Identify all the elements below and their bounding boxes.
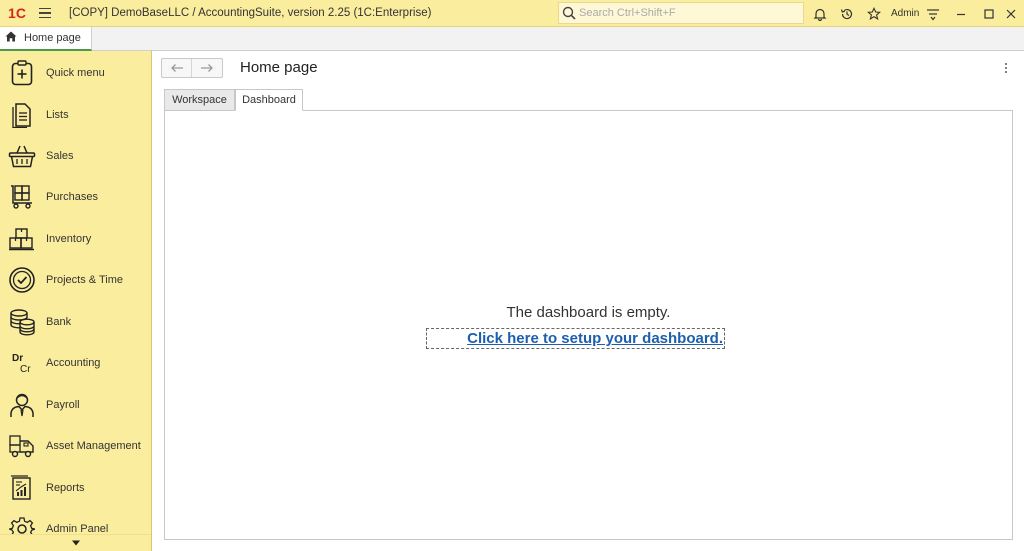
page-title: Home page (240, 59, 318, 76)
quick-menu-icon (0, 52, 44, 93)
sidebar-item-bank[interactable]: Bank (0, 301, 151, 342)
sidebar-item-label: Bank (46, 315, 72, 328)
sidebar-item-label: Accounting (46, 356, 101, 369)
svg-text:Cr: Cr (20, 364, 31, 375)
sidebar-item-projects-time[interactable]: Projects & Time (0, 259, 151, 300)
tab-home-page[interactable]: Home page (0, 27, 92, 51)
sidebar-item-label: Inventory (46, 232, 92, 245)
more-actions-icon[interactable] (1000, 60, 1012, 76)
sidebar-item-quick-menu[interactable]: Quick menu (0, 52, 151, 93)
sidebar-item-label: Projects & Time (46, 273, 124, 286)
tab-workspace[interactable]: Workspace (164, 89, 235, 110)
svg-text:Dr: Dr (12, 353, 23, 364)
boxes-icon (0, 218, 44, 259)
chevron-down-icon (71, 540, 80, 546)
coins-icon (0, 301, 44, 342)
history-icon[interactable] (834, 0, 860, 27)
tab-home-label: Home page (24, 32, 81, 44)
sidebar-item-label: Lists (46, 108, 69, 121)
close-icon[interactable] (998, 0, 1024, 27)
projects-clock-icon (0, 259, 44, 300)
open-windows-bar: Home page (0, 27, 1024, 51)
sidebar-item-accounting[interactable]: Dr Cr Accounting (0, 342, 151, 383)
sidebar-item-lists[interactable]: Lists (0, 94, 151, 135)
sidebar-item-label: Asset Management (46, 439, 141, 452)
sidebar-item-asset-management[interactable]: Asset Management (0, 425, 151, 466)
user-name[interactable]: Admin (891, 8, 919, 19)
title-bar: 1С [COPY] DemoBaseLLC / AccountingSuite,… (0, 0, 1024, 27)
window-title: [COPY] DemoBaseLLC / AccountingSuite, ve… (69, 7, 432, 19)
sidebar-item-label: Purchases (46, 190, 98, 203)
sidebar-item-payroll[interactable]: Payroll (0, 384, 151, 425)
sidebar-item-label: Sales (46, 149, 74, 162)
history-nav (161, 58, 223, 78)
setup-dashboard-link[interactable]: Click here to setup your dashboard. (426, 328, 725, 349)
minimize-icon[interactable] (948, 0, 974, 27)
tab-dashboard[interactable]: Dashboard (235, 89, 303, 111)
sidebar-item-label: Reports (46, 481, 85, 494)
back-arrow-icon[interactable] (162, 59, 192, 77)
forward-arrow-icon[interactable] (192, 59, 222, 77)
sidebar-scroll-down[interactable] (0, 534, 151, 551)
report-chart-icon (0, 467, 44, 508)
sidebar-item-purchases[interactable]: Purchases (0, 176, 151, 217)
truck-icon (0, 425, 44, 466)
favorites-star-icon[interactable] (861, 0, 887, 27)
sidebar-item-reports[interactable]: Reports (0, 467, 151, 508)
sidebar-item-inventory[interactable]: Inventory (0, 218, 151, 259)
person-icon (0, 384, 44, 425)
home-icon (5, 31, 17, 45)
search-input[interactable] (579, 7, 799, 19)
sections-panel: Quick menu Lists Sales Purchases Invento… (0, 51, 152, 551)
sidebar-item-label: Admin Panel (46, 522, 109, 535)
lists-icon (0, 94, 44, 135)
sidebar-item-label: Payroll (46, 398, 80, 411)
basket-icon (0, 135, 44, 176)
settings-menu-icon[interactable] (920, 0, 946, 27)
bell-icon[interactable] (807, 0, 833, 27)
sidebar-item-sales[interactable]: Sales (0, 135, 151, 176)
sidebar-item-label: Quick menu (46, 66, 105, 79)
search-icon (559, 6, 579, 20)
empty-dashboard-message: The dashboard is empty. (506, 304, 671, 321)
cart-icon (0, 176, 44, 217)
main-menu-icon[interactable] (34, 0, 56, 27)
search-box[interactable] (558, 2, 804, 24)
app-logo[interactable]: 1С (0, 0, 34, 27)
dashboard-panel: The dashboard is empty. Click here to se… (164, 110, 1013, 540)
dr-cr-icon: Dr Cr (0, 342, 44, 383)
